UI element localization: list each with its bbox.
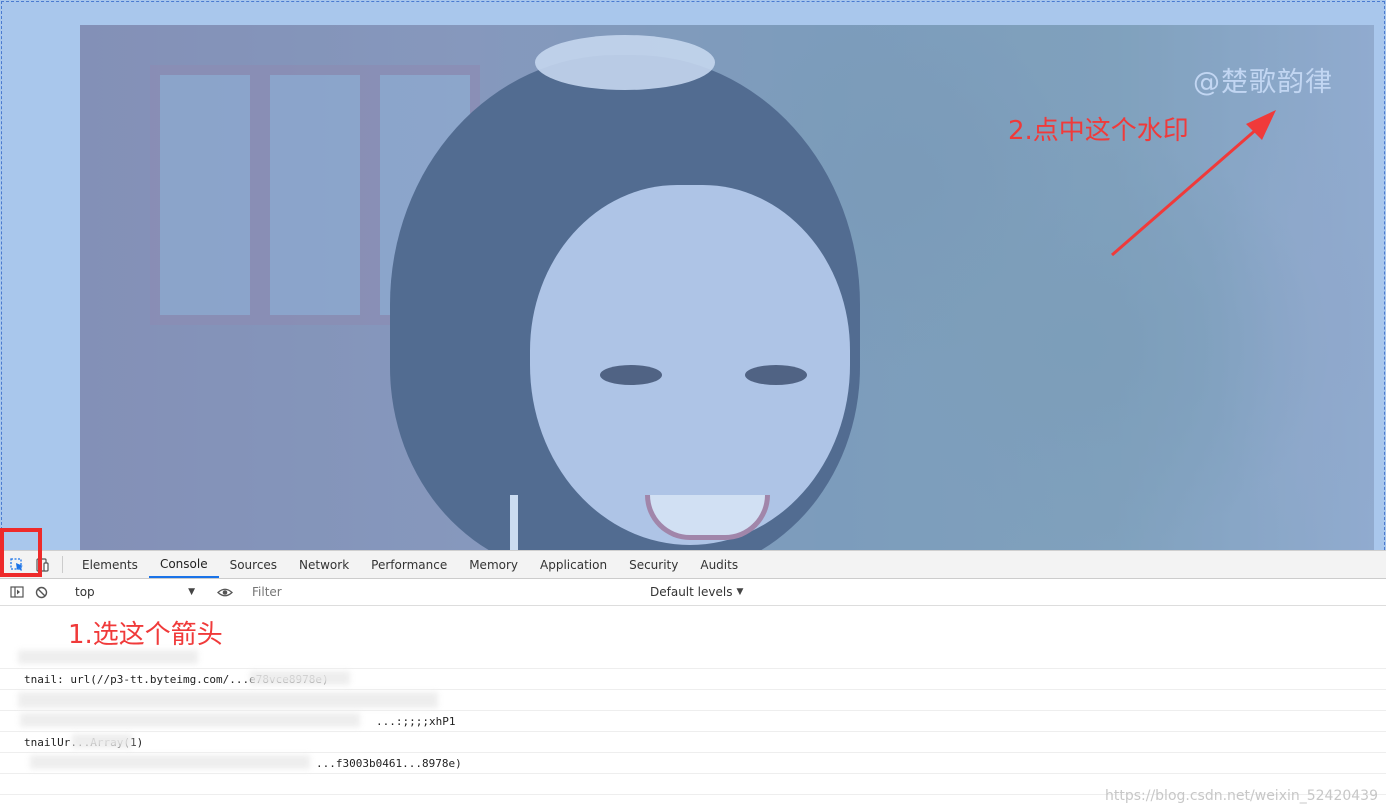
tab-network[interactable]: Network	[288, 551, 360, 578]
tab-sources[interactable]: Sources	[219, 551, 288, 578]
image-watermark[interactable]: @楚歌韵律	[1193, 60, 1333, 99]
tab-elements[interactable]: Elements	[71, 551, 149, 578]
dropdown-arrow-icon: ▼	[188, 587, 195, 597]
tab-performance[interactable]: Performance	[360, 551, 458, 578]
clear-console-icon	[35, 586, 48, 598]
console-log-row[interactable]: tnailUr...Array(1)	[0, 732, 1386, 753]
devtools-tabbar: Elements Console Sources Network Perform…	[0, 551, 1386, 579]
element-picker-icon	[9, 557, 23, 571]
dropdown-arrow-icon: ▼	[736, 587, 744, 597]
tab-console[interactable]: Console	[148, 551, 219, 578]
redacted-blur	[18, 692, 438, 708]
device-toggle-icon	[35, 557, 49, 572]
clear-console-button[interactable]	[29, 586, 54, 599]
redacted-blur	[18, 650, 198, 664]
console-toolbar: top ▼ Default levels ▼	[0, 579, 1386, 606]
filter-input[interactable]	[250, 581, 640, 603]
tab-application[interactable]: Application	[529, 551, 618, 578]
redacted-blur	[30, 755, 310, 769]
devtools-panel: Elements Console Sources Network Perform…	[0, 528, 1386, 812]
console-log-row[interactable]	[0, 690, 1386, 711]
annotation-step-1: 1.选这个箭头	[68, 620, 223, 650]
tab-memory[interactable]: Memory	[458, 551, 529, 578]
drama-photo[interactable]	[80, 25, 1374, 550]
tab-audits[interactable]: Audits	[689, 551, 749, 578]
sidebar-toggle-button[interactable]	[4, 586, 29, 598]
console-log-row[interactable]: ...f3003b0461...8978e)	[0, 753, 1386, 774]
console-log-row[interactable]	[0, 648, 1386, 669]
log-text: ...f3003b0461...8978e)	[316, 757, 462, 770]
log-text: ...:;;;;xhP1	[376, 715, 456, 728]
context-select[interactable]: top ▼	[71, 582, 199, 602]
annotation-step-2: 2.点中这个水印	[1008, 116, 1189, 146]
sidebar-toggle-icon	[9, 586, 24, 598]
page-viewport: @楚歌韵律 2.点中这个水印	[0, 0, 1386, 550]
blog-url-watermark: https://blog.csdn.net/weixin_52420439	[1104, 788, 1378, 804]
log-levels-label: Default levels	[650, 585, 733, 599]
tab-separator	[62, 556, 63, 573]
eye-icon	[216, 588, 233, 596]
tab-security[interactable]: Security	[618, 551, 689, 578]
inspect-highlight-overlay	[80, 25, 1374, 550]
redacted-blur	[20, 713, 360, 727]
redacted-blur	[250, 671, 350, 685]
console-log-row[interactable]: ...:;;;;xhP1	[0, 711, 1386, 732]
console-log-row[interactable]: tnail: url(//p3-tt.byteimg.com/...e78vce…	[0, 669, 1386, 690]
live-expression-button[interactable]	[212, 587, 237, 598]
console-output[interactable]: 1.选这个箭头 tnail: url(//p3-tt.byteimg.com/.…	[0, 606, 1386, 812]
context-select-value: top	[75, 585, 95, 599]
log-levels-dropdown[interactable]: Default levels ▼	[650, 585, 743, 599]
redacted-blur	[72, 734, 132, 748]
device-toggle-button[interactable]	[29, 551, 54, 578]
element-picker-button[interactable]	[4, 551, 29, 578]
